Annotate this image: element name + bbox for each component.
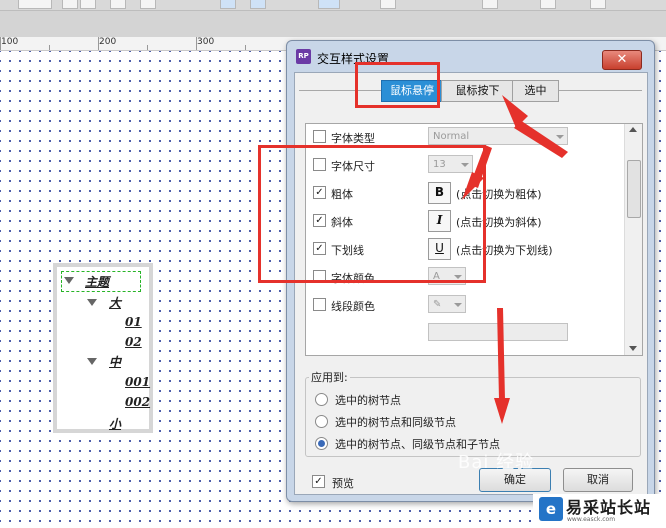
site-url: www.easck.com (567, 516, 616, 523)
arrow-to-tab (514, 120, 568, 158)
watermark: Bai 经验 (458, 452, 535, 473)
arrow-to-apply (497, 308, 505, 400)
site-logo: e 易采站长站 www.easck.com (533, 494, 666, 528)
site-logo-icon: e (539, 497, 563, 521)
annotation-arrows (462, 95, 568, 424)
site-name: 易采站长站 (566, 498, 652, 517)
arrowhead-icon (494, 398, 510, 424)
